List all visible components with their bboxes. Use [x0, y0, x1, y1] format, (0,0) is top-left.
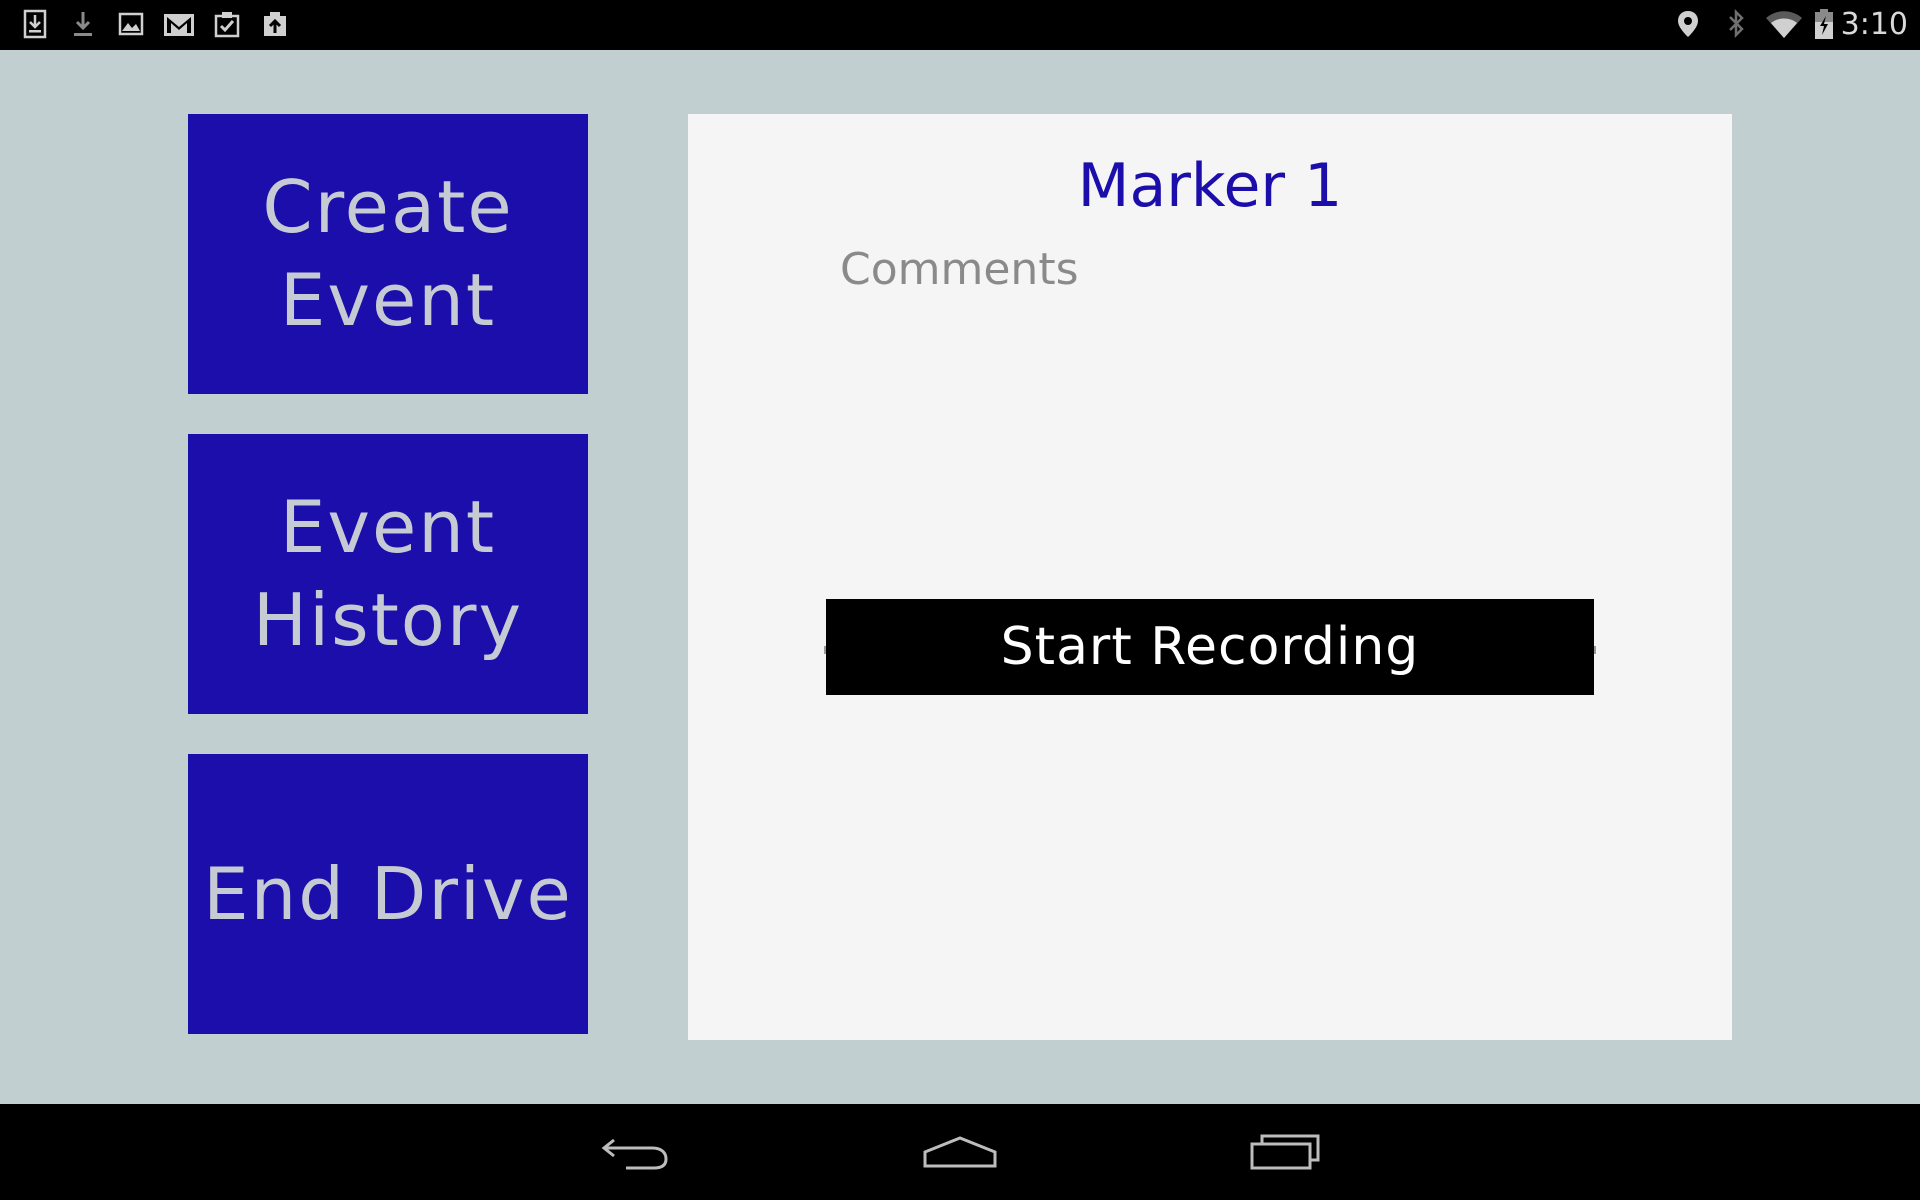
- clipboard-check-icon: [212, 8, 242, 40]
- end-drive-button[interactable]: End Drive: [188, 754, 588, 1034]
- clipboard-upload-icon: [260, 8, 290, 40]
- wifi-icon: [1764, 8, 1804, 40]
- event-history-label: Event History: [253, 481, 523, 667]
- home-icon[interactable]: [920, 1126, 1000, 1178]
- end-drive-label: End Drive: [203, 851, 573, 936]
- start-recording-button[interactable]: Start Recording: [826, 599, 1594, 695]
- back-icon[interactable]: [596, 1126, 676, 1178]
- download-box-icon: [20, 8, 50, 40]
- gmail-icon: [162, 8, 196, 40]
- bluetooth-icon: [1722, 8, 1750, 40]
- create-event-label-line2: Event: [279, 258, 497, 342]
- event-history-label-line1: Event: [279, 485, 497, 569]
- status-clock: 3:10: [1840, 7, 1908, 42]
- navigation-bar: [0, 1104, 1920, 1200]
- marker-title: Marker 1: [1077, 151, 1343, 221]
- comments-input[interactable]: [824, 234, 1596, 654]
- recent-apps-icon[interactable]: [1246, 1126, 1326, 1178]
- status-bar: 3:10: [0, 0, 1920, 50]
- battery-charging-icon: [1812, 8, 1836, 40]
- location-icon: [1674, 8, 1702, 40]
- event-history-label-line2: History: [252, 578, 524, 662]
- app-screen: 3:10 Create Event Event History End Driv…: [0, 0, 1920, 1200]
- create-event-button[interactable]: Create Event: [188, 114, 588, 394]
- create-event-label: Create Event: [262, 161, 513, 347]
- image-icon: [116, 8, 146, 40]
- create-event-label-line1: Create: [262, 165, 514, 249]
- event-history-button[interactable]: Event History: [188, 434, 588, 714]
- marker-panel: Marker 1 Start Recording: [688, 114, 1732, 1040]
- download-icon: [68, 8, 98, 40]
- comments-field: [824, 234, 1596, 654]
